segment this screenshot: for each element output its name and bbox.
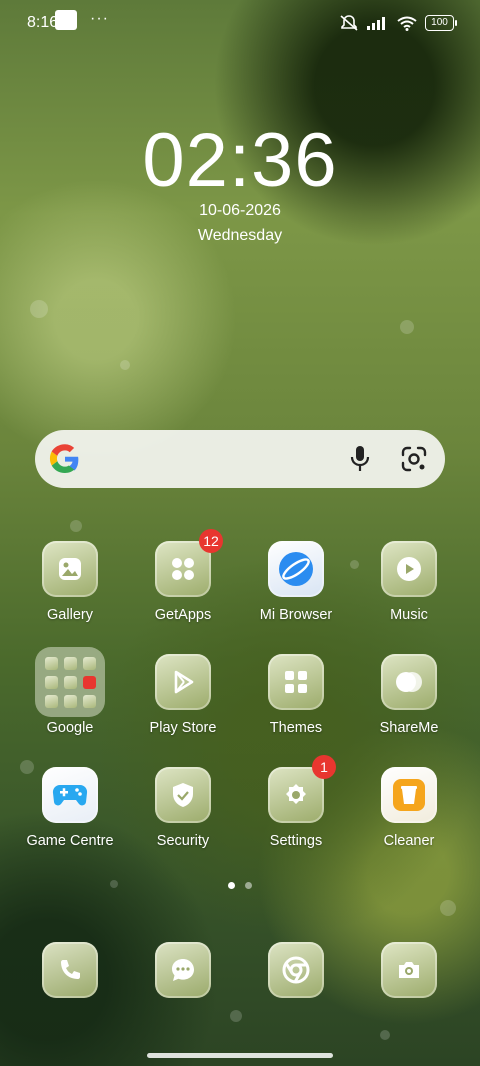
game-centre-icon <box>42 767 98 823</box>
mi-browser-icon <box>268 541 324 597</box>
bell-muted-icon <box>340 15 358 31</box>
page-dot[interactable] <box>245 882 252 889</box>
phone-icon <box>61 960 80 979</box>
app-label: Cleaner <box>383 833 435 849</box>
app-mi-browser[interactable]: Mi Browser <box>240 541 352 623</box>
battery-icon: 100 <box>425 15 457 31</box>
app-label: Settings <box>269 833 323 849</box>
folder-icon <box>35 647 105 717</box>
notification-badge: 1 <box>312 755 336 779</box>
navigation-gesture-bar[interactable] <box>147 1053 333 1058</box>
dock-phone[interactable] <box>42 942 98 998</box>
shareme-icon <box>381 654 437 710</box>
camera-icon <box>399 962 419 978</box>
folder-google[interactable]: Google <box>14 647 126 736</box>
notification-badge: 12 <box>199 529 223 553</box>
settings-icon: 1 <box>268 755 336 823</box>
app-security[interactable]: Security <box>127 767 239 849</box>
app-label: GetApps <box>154 607 212 623</box>
chrome-icon <box>282 956 310 984</box>
app-settings[interactable]: 1 Settings <box>240 755 352 849</box>
app-label: Play Store <box>149 720 217 736</box>
google-lens-icon[interactable] <box>400 445 428 473</box>
wifi-icon <box>397 16 417 31</box>
square-notification-icon <box>55 10 77 30</box>
app-shareme[interactable]: ShareMe <box>353 654 465 736</box>
clock-time[interactable]: 02:36 <box>0 117 480 204</box>
app-cleaner[interactable]: Cleaner <box>353 767 465 849</box>
app-label: Google <box>46 720 94 736</box>
themes-icon <box>268 654 324 710</box>
app-themes[interactable]: Themes <box>240 654 352 736</box>
app-getapps[interactable]: 12 GetApps <box>127 529 239 623</box>
app-label: Music <box>390 607 428 623</box>
dock-chrome[interactable] <box>268 942 324 998</box>
app-label: Themes <box>269 720 323 736</box>
dock-camera[interactable] <box>381 942 437 998</box>
app-gallery[interactable]: Gallery <box>14 541 126 623</box>
app-label: ShareMe <box>379 720 439 736</box>
play-store-icon <box>155 654 211 710</box>
getapps-icon: 12 <box>155 529 223 597</box>
google-g-icon <box>49 444 79 473</box>
app-label: Gallery <box>47 607 93 623</box>
clock-date: 10-06-2026 <box>199 202 281 219</box>
app-game-centre[interactable]: Game Centre <box>14 767 126 849</box>
cleaner-icon <box>381 767 437 823</box>
google-search-bar[interactable] <box>35 430 445 488</box>
dock-messages[interactable] <box>155 942 211 998</box>
app-label: Mi Browser <box>259 607 333 623</box>
gallery-icon <box>42 541 98 597</box>
app-music[interactable]: Music <box>353 541 465 623</box>
security-icon <box>155 767 211 823</box>
page-dot-active[interactable] <box>228 882 235 889</box>
app-label: Security <box>156 833 210 849</box>
messages-icon <box>172 959 194 981</box>
app-play-store[interactable]: Play Store <box>127 654 239 736</box>
microphone-icon[interactable] <box>349 445 371 473</box>
more-notifications-icon: ··· <box>90 10 109 27</box>
signal-icon <box>367 17 385 30</box>
status-icons: 100 <box>339 14 457 32</box>
status-bar: 8:16 ··· 100 <box>0 0 480 46</box>
app-label: Game Centre <box>26 833 114 849</box>
page-indicator <box>0 882 480 889</box>
music-icon <box>381 541 437 597</box>
clock-weekday: Wednesday <box>197 227 283 244</box>
